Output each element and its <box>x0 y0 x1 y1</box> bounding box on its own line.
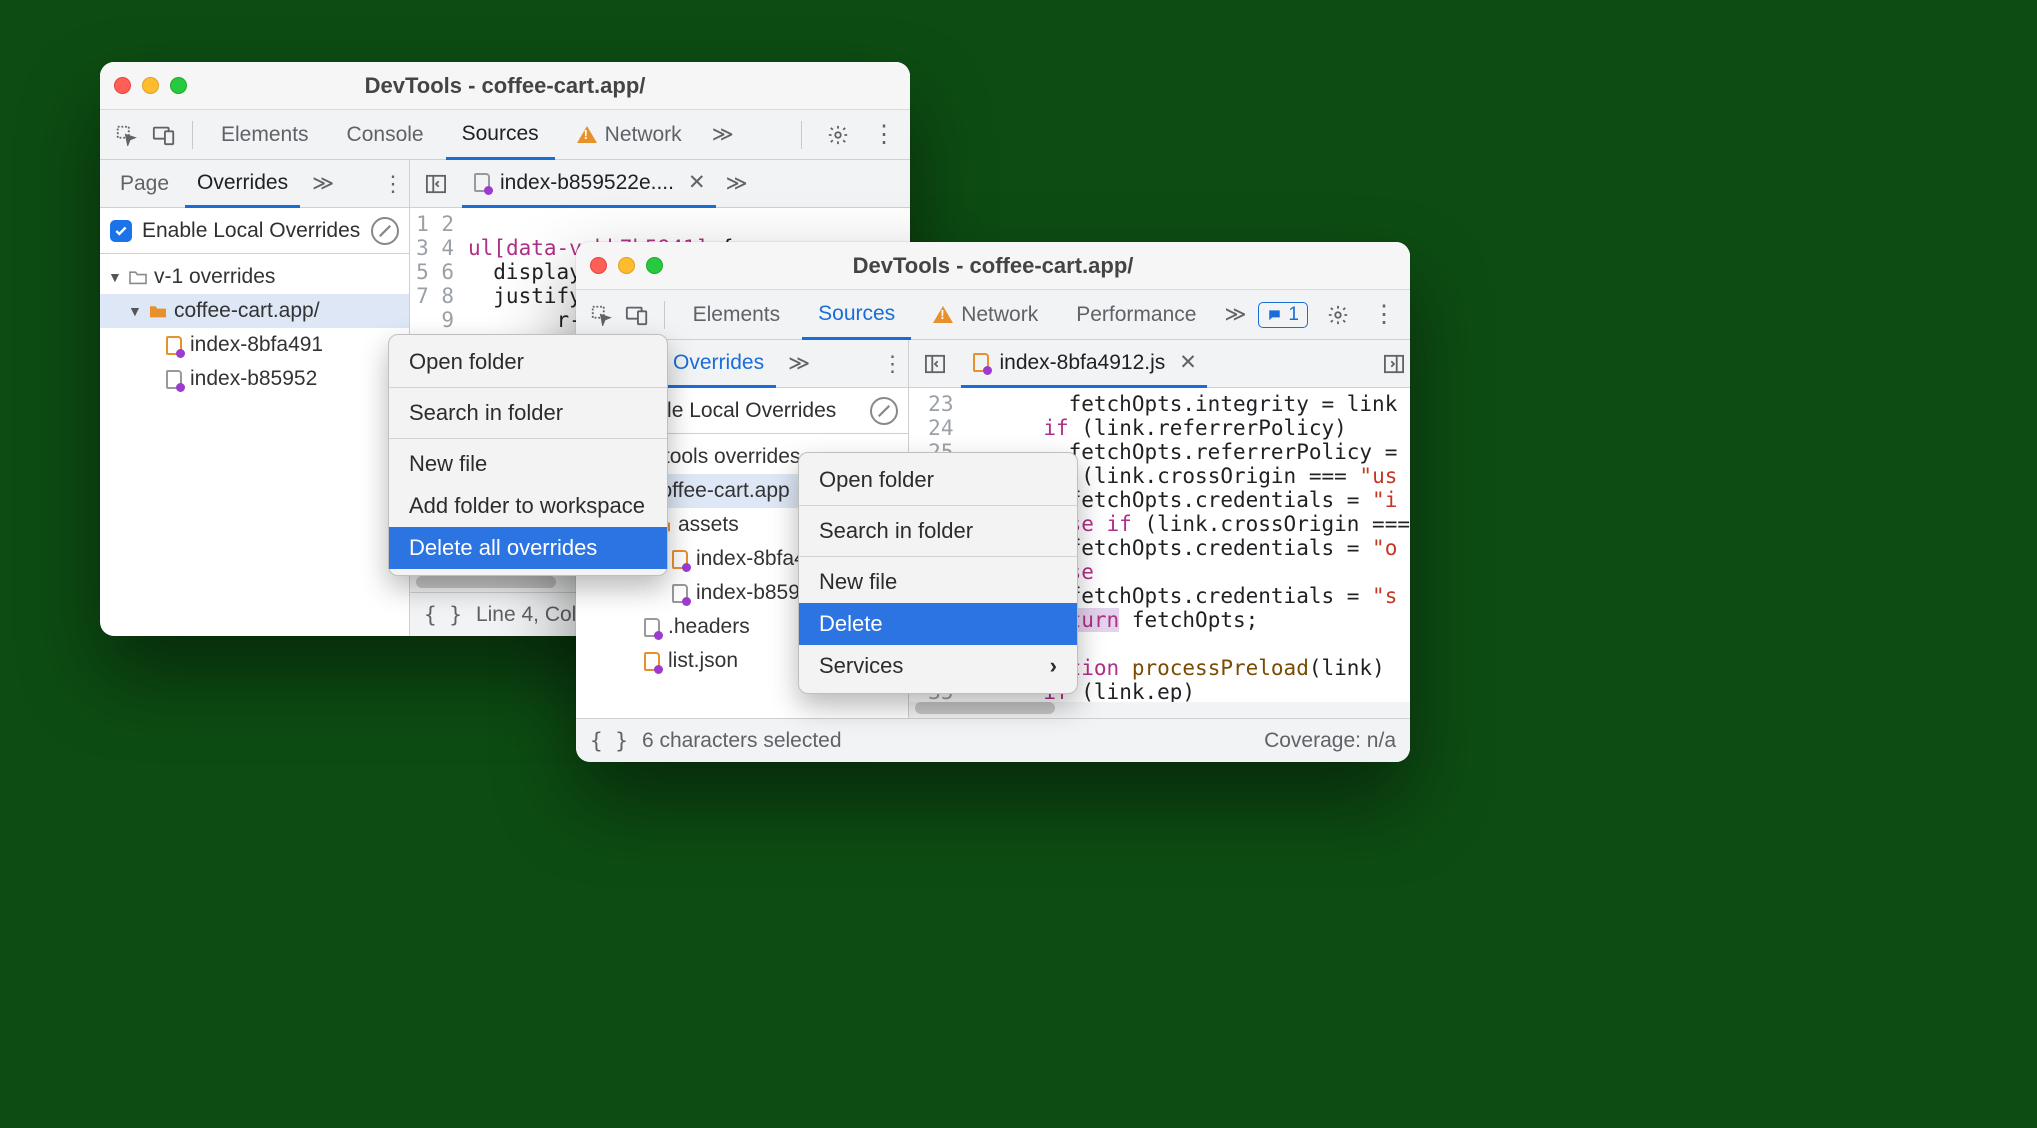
chevron-right-icon: › <box>1050 653 1057 679</box>
gear-icon[interactable] <box>822 119 854 151</box>
window2-titlebar: DevTools - coffee-cart.app/ <box>576 242 1410 290</box>
h-scrollbar[interactable] <box>909 702 1410 718</box>
ctx-new-file[interactable]: New file <box>799 561 1077 603</box>
tree-root[interactable]: ▼ v-1 overrides <box>100 260 409 294</box>
issues-pill[interactable]: 1 <box>1258 302 1308 328</box>
tree-domain[interactable]: ▼ coffee-cart.app/ <box>100 294 409 328</box>
inspect-icon[interactable] <box>110 119 142 151</box>
ctx-search-folder[interactable]: Search in folder <box>799 510 1077 552</box>
tab-network[interactable]: Network <box>561 110 698 160</box>
window1-titlebar: DevTools - coffee-cart.app/ <box>100 62 910 110</box>
status-coverage: Coverage: n/a <box>1264 729 1396 753</box>
tab-console[interactable]: Console <box>331 110 440 160</box>
ctx-delete-all-overrides[interactable]: Delete all overrides <box>389 527 667 569</box>
kebab-icon[interactable]: ⋮ <box>876 348 908 380</box>
inspect-icon[interactable] <box>586 299 616 331</box>
ctx-add-workspace[interactable]: Add folder to workspace <box>389 485 667 527</box>
tabs-overflow-icon[interactable]: ≫ <box>704 122 742 147</box>
subtabs-overflow-icon[interactable]: ≫ <box>304 171 342 196</box>
window1-title: DevTools - coffee-cart.app/ <box>100 73 910 99</box>
subtabs-overflow-icon[interactable]: ≫ <box>780 351 818 376</box>
enable-overrides-label: Enable Local Overrides <box>142 219 360 243</box>
ctx-delete[interactable]: Delete <box>799 603 1077 645</box>
ctx-search-folder[interactable]: Search in folder <box>389 392 667 434</box>
editor-tab[interactable]: index-b859522e.... ✕ <box>462 160 716 208</box>
context-menu: Open folder Search in folder New file De… <box>798 452 1078 694</box>
kebab-icon[interactable]: ⋮ <box>868 119 900 151</box>
tab-performance[interactable]: Performance <box>1060 290 1212 340</box>
editor-tab[interactable]: index-8bfa4912.js ✕ <box>961 340 1206 388</box>
ctx-services[interactable]: Services › <box>799 645 1077 687</box>
device-toggle-icon[interactable] <box>148 119 180 151</box>
braces-icon[interactable]: { } <box>424 603 462 627</box>
status-selection: 6 characters selected <box>642 729 842 753</box>
tree-file-1[interactable]: index-8bfa491 <box>100 328 409 362</box>
kebab-icon[interactable]: ⋮ <box>1368 299 1400 331</box>
tab-elements[interactable]: Elements <box>677 290 797 340</box>
tab-sources[interactable]: Sources <box>802 290 911 340</box>
device-toggle-icon[interactable] <box>622 299 652 331</box>
gear-icon[interactable] <box>1322 299 1354 331</box>
window2-main-toolbar: Elements Sources Network Performance ≫ 1… <box>576 290 1410 340</box>
close-tab-icon[interactable]: ✕ <box>682 170 706 195</box>
warning-icon <box>577 126 597 143</box>
panel-toggle-right-icon[interactable] <box>1378 348 1410 380</box>
subtab-overrides[interactable]: Overrides <box>661 340 776 388</box>
tab-network[interactable]: Network <box>917 290 1054 340</box>
tab-elements[interactable]: Elements <box>205 110 325 160</box>
braces-icon[interactable]: { } <box>590 729 628 753</box>
window1-main-toolbar: Elements Console Sources Network ≫ ⋮ <box>100 110 910 160</box>
ctx-open-folder[interactable]: Open folder <box>389 341 667 383</box>
enable-overrides-checkbox[interactable] <box>110 220 132 242</box>
tabs-overflow-icon[interactable]: ≫ <box>1218 302 1252 327</box>
clear-overrides-icon[interactable] <box>870 397 898 425</box>
tree-file-2[interactable]: index-b85952 <box>100 362 409 396</box>
subtab-page[interactable]: Page <box>108 160 181 208</box>
window2-title: DevTools - coffee-cart.app/ <box>576 253 1410 279</box>
tab-sources[interactable]: Sources <box>446 110 555 160</box>
warning-icon <box>933 306 953 323</box>
panel-toggle-left-icon[interactable] <box>919 348 951 380</box>
editor-tabs-overflow-icon[interactable]: ≫ <box>726 171 748 196</box>
subtab-overrides[interactable]: Overrides <box>185 160 300 208</box>
kebab-icon[interactable]: ⋮ <box>377 168 409 200</box>
context-menu: Open folder Search in folder New file Ad… <box>388 334 668 576</box>
clear-overrides-icon[interactable] <box>371 217 399 245</box>
file-tree: ▼ v-1 overrides ▼ coffee-cart.app/ index… <box>100 254 409 402</box>
ctx-open-folder[interactable]: Open folder <box>799 459 1077 501</box>
close-tab-icon[interactable]: ✕ <box>1173 350 1197 375</box>
panel-toggle-icon[interactable] <box>420 168 452 200</box>
ctx-new-file[interactable]: New file <box>389 443 667 485</box>
